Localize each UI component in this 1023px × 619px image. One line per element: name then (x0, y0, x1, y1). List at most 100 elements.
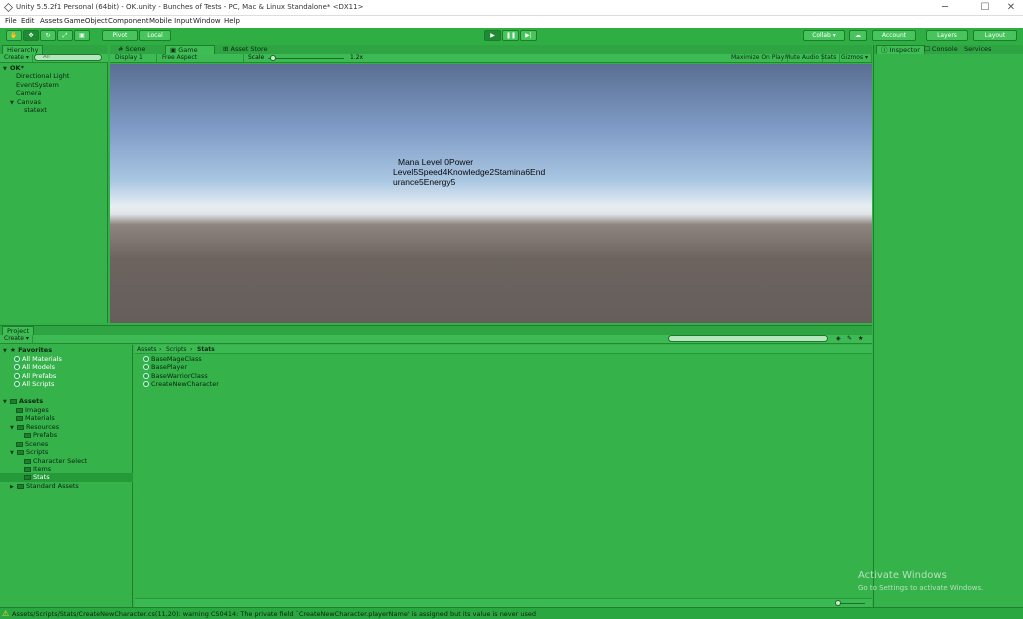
project-file-list: Assets › Scripts › Stats BaseMageClass B… (135, 345, 872, 608)
csharp-script-icon (143, 381, 149, 387)
tab-asset-store[interactable]: ⊞ Asset Store (219, 45, 272, 54)
menu-bar: File Edit Assets GameObject Component Mo… (0, 16, 1023, 28)
csharp-script-icon (143, 364, 149, 370)
tab-console[interactable]: ☐ Console (920, 45, 962, 54)
layers-dropdown[interactable]: Layers (926, 30, 968, 41)
step-button-icon[interactable]: ▶| (520, 30, 537, 41)
favorites-header[interactable]: ▼ ★ Favorites (3, 346, 52, 355)
hierarchy-toolbar: Create ▾ All (0, 54, 108, 63)
menu-file[interactable]: File (5, 17, 17, 25)
stats-toggle[interactable]: Stats (818, 54, 841, 62)
favorite-all-scripts[interactable]: All Scripts (14, 380, 54, 389)
hierarchy-item-directional-light[interactable]: Directional Light (16, 72, 69, 81)
menu-help[interactable]: Help (224, 17, 240, 25)
hierarchy-item-statext[interactable]: statext (24, 106, 47, 115)
breadcrumb-scripts[interactable]: Scripts (166, 346, 187, 353)
breadcrumb-stats[interactable]: Stats (197, 346, 215, 353)
folder-materials[interactable]: Materials (16, 414, 55, 423)
assets-header[interactable]: ▼ Assets (3, 397, 43, 406)
folder-icon (16, 441, 23, 447)
menu-edit[interactable]: Edit (21, 17, 35, 25)
menu-component[interactable]: Component (108, 17, 149, 25)
collab-button[interactable]: Collab ▾ (803, 30, 845, 41)
unity-logo-icon (4, 3, 13, 12)
filter-label-icon[interactable]: ✎ (847, 335, 852, 342)
tab-scene[interactable]: # Scene (114, 45, 149, 54)
menu-assets[interactable]: Assets (40, 17, 63, 25)
pivot-toggle[interactable]: Pivot (102, 30, 138, 41)
main-toolbar: ✋ ✥ ↻ ⤢ ▣ Pivot Local ▶ ❚❚ ▶| Collab ▾ ☁… (0, 28, 1023, 45)
hierarchy-create-button[interactable]: Create ▾ (1, 54, 33, 62)
status-bar[interactable]: ⚠ Assets/Scripts/Stats/CreateNewCharacte… (0, 607, 1023, 619)
folder-icon (16, 415, 23, 421)
maximize-on-play-toggle[interactable]: Maximize On Play (728, 54, 789, 62)
store-icon: ⊞ (223, 45, 229, 53)
info-icon: ⓘ (881, 46, 888, 54)
mute-audio-toggle[interactable]: Mute Audio (782, 54, 823, 62)
folder-stats[interactable]: Stats (0, 473, 133, 482)
console-icon: ☐ (924, 45, 930, 53)
scale-tool-icon[interactable]: ⤢ (57, 30, 73, 41)
game-toolbar: Display 1 Free Aspect Scale 1.2x Maximiz… (110, 54, 873, 63)
scale-value: 1.2x (350, 54, 364, 61)
scale-slider-thumb[interactable] (270, 55, 276, 61)
project-create-button[interactable]: Create ▾ (1, 335, 33, 343)
favorite-star-icon[interactable]: ★ (858, 335, 863, 342)
move-tool-icon[interactable]: ✥ (23, 30, 39, 41)
gizmos-dropdown[interactable]: Gizmos ▾ (838, 54, 873, 62)
title-bar: Unity 5.5.2f1 Personal (64bit) - OK.unit… (0, 0, 1023, 16)
game-viewport[interactable]: Mana Level 0Power Level5Speed4Knowledge2… (110, 64, 872, 323)
hand-tool-icon[interactable]: ✋ (6, 30, 22, 41)
tab-game[interactable]: ▣ Game (165, 45, 215, 54)
filter-type-icon[interactable]: ◈ (836, 335, 841, 342)
breadcrumb-assets[interactable]: Assets (137, 346, 157, 353)
folder-standard-assets[interactable]: ▶ Standard Assets (10, 482, 79, 491)
breadcrumb: Assets › Scripts › Stats (135, 345, 872, 354)
local-toggle[interactable]: Local (139, 30, 171, 41)
menu-mobile-input[interactable]: Mobile Input (149, 17, 192, 25)
inspector-tabs: ⓘ Inspector ☐ Console Services (874, 45, 1023, 54)
layout-dropdown[interactable]: Layout (973, 30, 1017, 41)
search-filter-icon (14, 356, 20, 362)
folder-icon (17, 449, 24, 455)
menu-window[interactable]: Window (193, 17, 221, 25)
scene-tabs: # Scene ▣ Game ⊞ Asset Store (110, 45, 872, 54)
game-panel: # Scene ▣ Game ⊞ Asset Store Display 1 F… (110, 45, 873, 323)
project-search-input[interactable] (668, 335, 828, 342)
file-createnewcharacter[interactable]: CreateNewCharacter (143, 380, 219, 389)
hierarchy-search-input[interactable]: All (34, 54, 102, 61)
cloud-icon[interactable]: ☁ (849, 30, 867, 41)
scale-slider[interactable] (268, 58, 344, 59)
pause-button-icon[interactable]: ❚❚ (502, 30, 519, 41)
minimize-button[interactable]: ─ (935, 2, 955, 14)
folder-icon (16, 407, 23, 413)
folder-icon (24, 458, 31, 464)
icon-size-slider-thumb[interactable] (835, 600, 841, 606)
tab-services[interactable]: Services (960, 45, 995, 54)
play-button-icon[interactable]: ▶ (484, 30, 501, 41)
hierarchy-item-camera[interactable]: Camera (16, 89, 42, 98)
project-toolbar: Create ▾ ◈ ✎ ★ (0, 335, 872, 344)
folder-icon (24, 474, 31, 480)
folder-icon (17, 483, 24, 489)
display-dropdown[interactable]: Display 1 (112, 54, 157, 62)
aspect-dropdown[interactable]: Free Aspect (159, 54, 244, 62)
maximize-button[interactable]: ☐ (975, 2, 995, 14)
project-footer (135, 598, 872, 607)
folder-scripts[interactable]: ▼ Scripts (10, 448, 48, 457)
close-button[interactable]: ✕ (1001, 2, 1021, 14)
file-baseplayer[interactable]: BasePlayer (143, 363, 187, 372)
tab-inspector[interactable]: ⓘ Inspector (876, 45, 925, 54)
tab-hierarchy[interactable]: Hierarchy (2, 45, 44, 54)
folder-icon (24, 432, 31, 438)
menu-gameobject[interactable]: GameObject (64, 17, 108, 25)
search-filter-icon (14, 373, 20, 379)
tab-project[interactable]: Project (2, 326, 35, 335)
folder-icon (24, 466, 31, 472)
folder-prefabs[interactable]: Prefabs (24, 431, 57, 440)
star-icon: ★ (10, 346, 16, 354)
account-dropdown[interactable]: Account (872, 30, 916, 41)
favorite-all-models[interactable]: All Models (14, 363, 55, 372)
rotate-tool-icon[interactable]: ↻ (40, 30, 56, 41)
rect-tool-icon[interactable]: ▣ (74, 30, 90, 41)
